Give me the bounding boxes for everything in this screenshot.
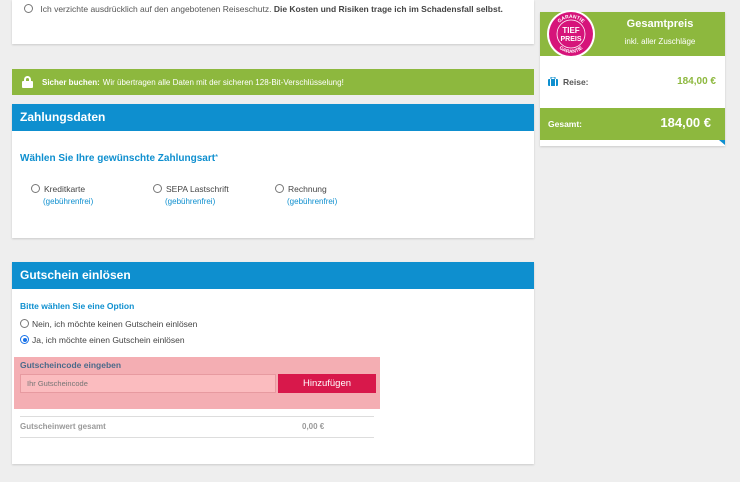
tiefpreis-garantie-badge-icon: GARANTIE GARANTIE TIEF PREIS bbox=[547, 10, 595, 58]
insurance-decline-radio[interactable] bbox=[24, 4, 33, 14]
total-value: 184,00 € bbox=[660, 115, 711, 130]
payment-title: Zahlungsdaten bbox=[12, 104, 534, 131]
payment-question: Wählen Sie Ihre gewünschte Zahlungsart* bbox=[20, 153, 218, 164]
required-mark: * bbox=[215, 153, 219, 162]
voucher-code-input[interactable] bbox=[20, 374, 276, 393]
trip-value: 184,00 € bbox=[677, 76, 716, 87]
voucher-title: Gutschein einlösen bbox=[12, 262, 534, 289]
voucher-section: Gutschein einlösen Bitte wählen Sie eine… bbox=[12, 262, 534, 464]
badge-line2: PREIS bbox=[560, 36, 581, 43]
badge-line1: TIEF bbox=[562, 26, 579, 35]
voucher-subtitle: Bitte wählen Sie eine Option bbox=[20, 301, 135, 311]
insurance-decline-text: Ich verzichte ausdrücklich auf den angeb… bbox=[40, 3, 272, 14]
voucher-option-no-label: Nein, ich möchte keinen Gutschein einlös… bbox=[32, 318, 198, 329]
voucher-option-yes-label: Ja, ich möchte einen Gutschein einlösen bbox=[32, 334, 185, 345]
total-label: Gesamt: bbox=[548, 119, 583, 129]
insurance-decline-option[interactable]: Ich verzichte ausdrücklich auf den angeb… bbox=[24, 3, 503, 14]
payment-option-label: Rechnung bbox=[288, 183, 327, 194]
voucher-option-yes[interactable]: Ja, ich möchte einen Gutschein einlösen bbox=[20, 334, 185, 345]
voucher-radio-no[interactable] bbox=[20, 319, 29, 329]
secure-banner-bold: Sicher buchen: bbox=[42, 77, 100, 87]
price-subtitle: inkl. aller Zuschläge bbox=[624, 37, 696, 46]
lock-icon bbox=[22, 76, 33, 88]
trip-label: Reise: bbox=[563, 76, 589, 87]
voucher-total-label: Gutscheinwert gesamt bbox=[20, 422, 106, 431]
secure-booking-banner: Sicher buchen: Wir übertragen alle Daten… bbox=[12, 69, 534, 95]
payment-question-text: Wählen Sie Ihre gewünschte Zahlungsart bbox=[20, 153, 216, 164]
voucher-total-row: Gutscheinwert gesamt 0,00 € bbox=[20, 416, 374, 438]
voucher-total-value: 0,00 € bbox=[302, 422, 325, 431]
payment-option-kreditkarte[interactable]: Kreditkarte (gebührenfrei) bbox=[31, 183, 93, 206]
payment-section: Zahlungsdaten Wählen Sie Ihre gewünschte… bbox=[12, 104, 534, 238]
add-voucher-button[interactable]: Hinzufügen bbox=[278, 374, 376, 393]
secure-banner-text: Wir übertragen alle Daten mit der sicher… bbox=[102, 77, 344, 87]
insurance-card: Ich verzichte ausdrücklich auf den angeb… bbox=[12, 0, 534, 44]
payment-option-fee: (gebührenfrei) bbox=[165, 196, 216, 206]
payment-option-fee: (gebührenfrei) bbox=[43, 196, 94, 206]
trip-price-row: Reise: 184,00 € bbox=[548, 76, 716, 87]
voucher-option-no[interactable]: Nein, ich möchte keinen Gutschein einlös… bbox=[20, 318, 197, 329]
payment-radio-sepa[interactable] bbox=[153, 184, 162, 194]
payment-radio-rechnung[interactable] bbox=[275, 184, 284, 194]
voucher-code-box: Gutscheincode eingeben Hinzufügen bbox=[14, 357, 380, 409]
payment-option-label: Kreditkarte bbox=[44, 183, 86, 194]
suitcase-icon bbox=[548, 76, 558, 87]
payment-option-fee: (gebührenfrei) bbox=[287, 196, 338, 206]
voucher-radio-yes[interactable] bbox=[20, 335, 29, 345]
payment-option-sepa[interactable]: SEPA Lastschrift (gebührenfrei) bbox=[153, 183, 229, 206]
price-title: Gesamtpreis bbox=[626, 18, 694, 30]
payment-option-label: SEPA Lastschrift bbox=[166, 183, 229, 194]
payment-radio-kreditkarte[interactable] bbox=[31, 184, 40, 194]
price-panel: Gesamtpreis inkl. aller Zuschläge GARANT… bbox=[540, 10, 725, 146]
insurance-decline-bold: Die Kosten und Risiken trage ich im Scha… bbox=[273, 3, 503, 14]
voucher-code-title: Gutscheincode eingeben bbox=[20, 360, 122, 370]
total-price-row: Gesamt: 184,00 € bbox=[540, 108, 725, 145]
corner-fold bbox=[719, 140, 725, 145]
payment-option-rechnung[interactable]: Rechnung (gebührenfrei) bbox=[275, 183, 337, 206]
